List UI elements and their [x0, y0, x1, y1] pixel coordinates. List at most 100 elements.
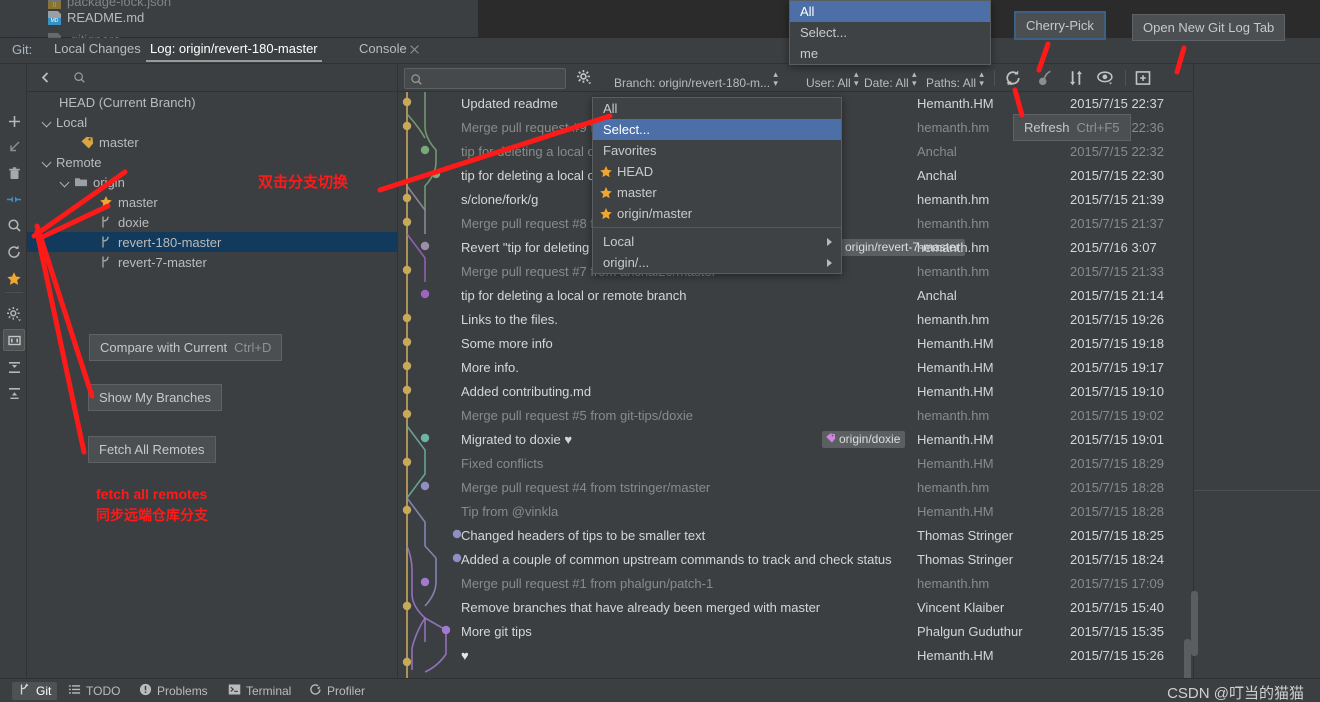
paths-filter-label: Paths: All — [926, 76, 977, 90]
show-folders-icon[interactable] — [3, 329, 25, 351]
refresh-icon[interactable] — [1004, 69, 1023, 88]
delete-trash-icon[interactable] — [3, 162, 25, 184]
tab-console[interactable]: Console — [355, 41, 411, 60]
chevron-down-icon[interactable] — [60, 177, 71, 188]
paths-filter[interactable]: Paths: All ▴ ▾ — [926, 70, 986, 91]
tooltip-label: Refresh — [1024, 120, 1070, 135]
list-icon — [68, 683, 81, 699]
commit-subject: More git tips — [461, 624, 532, 639]
menu-item-label: origin/... — [603, 255, 650, 270]
cherry-pick-icon[interactable] — [1036, 69, 1055, 88]
markdown-file-icon: MD — [48, 10, 61, 25]
branch-filter-popup[interactable]: All Select... Favorites HEAD master orig… — [592, 97, 842, 274]
show-my-branches-icon[interactable] — [3, 268, 25, 290]
log-search-box[interactable] — [404, 68, 566, 89]
commit-date: 2015/7/15 18:25 — [1070, 528, 1164, 543]
ref-label[interactable]: origin/doxie — [822, 431, 906, 448]
menu-item-favorites[interactable]: Favorites — [593, 140, 841, 161]
table-row[interactable]: Merge pull request #5 from git-tips/doxi… — [398, 404, 1194, 428]
commit-date: 2015/7/15 15:26 — [1070, 648, 1164, 663]
open-new-git-log-tab-icon[interactable] — [1134, 69, 1153, 88]
branch-search-input[interactable] — [91, 69, 381, 87]
tree-row-origin-doxie[interactable]: doxie — [27, 212, 397, 232]
menu-item-select[interactable]: Select... — [790, 22, 990, 43]
tree-row-local[interactable]: Local — [27, 112, 397, 132]
intellisort-eye-icon[interactable] — [1097, 69, 1116, 88]
table-row[interactable]: ♥ Hemanth.HM 2015/7/15 15:26 — [398, 644, 1194, 668]
table-row[interactable]: Merge pull request #1 from phalgun/patch… — [398, 572, 1194, 596]
status-item-git[interactable]: Git — [12, 682, 58, 700]
expand-all-icon[interactable] — [3, 356, 25, 378]
tab-log[interactable]: Log: origin/revert-180-master — [146, 41, 322, 62]
status-item-problems[interactable]: Problems — [133, 682, 214, 700]
commit-list-scrollbar[interactable] — [1184, 639, 1191, 678]
log-search-input[interactable] — [429, 71, 561, 86]
collapse-panel-icon[interactable] — [39, 71, 52, 84]
details-scrollbar[interactable] — [1191, 591, 1198, 656]
table-row[interactable]: Links to the files. hemanth.hm 2015/7/15… — [398, 308, 1194, 332]
settings-gear-icon[interactable] — [3, 303, 25, 325]
date-filter[interactable]: Date: All ▴ ▾ — [864, 70, 919, 91]
table-row[interactable]: tip for deleting a local or remote branc… — [398, 284, 1194, 308]
checkout-arrow-icon[interactable] — [3, 135, 25, 157]
chevron-down-icon[interactable] — [42, 117, 53, 128]
tree-row-origin-revert-180-master[interactable]: revert-180-master — [27, 232, 397, 252]
commit-author: Hemanth.HM — [917, 504, 994, 519]
commit-author: Thomas Stringer — [917, 528, 1014, 543]
table-row[interactable]: Added contributing.md Hemanth.HM 2015/7/… — [398, 380, 1194, 404]
commit-author: Hemanth.HM — [917, 336, 994, 351]
project-file-row[interactable]: MD README.md — [48, 10, 144, 25]
table-row[interactable]: Migrated to doxie ♥ origin/doxie Hemanth… — [398, 428, 1194, 452]
table-row[interactable]: Remove branches that have already been m… — [398, 596, 1194, 620]
tree-row-local-master[interactable]: master — [27, 132, 397, 152]
fetch-all-remotes-icon[interactable] — [3, 241, 25, 263]
tree-row-head[interactable]: HEAD (Current Branch) — [27, 92, 397, 112]
menu-item-select[interactable]: Select... — [593, 119, 841, 140]
tooltip-fetch-all-remotes: Fetch All Remotes — [88, 436, 216, 463]
user-filter-popup[interactable]: All Select... me — [789, 0, 991, 65]
show-long-edges-icon[interactable] — [1067, 69, 1086, 88]
branch-icon — [99, 255, 113, 269]
menu-item-origin-master[interactable]: origin/master — [593, 203, 841, 224]
table-row[interactable]: More git tips Phalgun Guduthur 2015/7/15… — [398, 620, 1194, 644]
table-row[interactable]: Added a couple of common upstream comman… — [398, 548, 1194, 572]
editor-background: {} package-lock.json MD README.md .gitig… — [0, 0, 1320, 47]
tree-row-remote[interactable]: Remote — [27, 152, 397, 172]
commit-author: hemanth.hm — [917, 120, 990, 135]
tooltip-refresh: Refresh Ctrl+F5 — [1013, 114, 1131, 141]
compare-branches-icon[interactable] — [3, 188, 25, 210]
menu-item-master[interactable]: master — [593, 182, 841, 203]
table-row[interactable]: Fixed conflicts Hemanth.HM 2015/7/15 18:… — [398, 452, 1194, 476]
add-icon[interactable] — [3, 110, 25, 132]
chevron-down-icon[interactable] — [42, 157, 53, 168]
menu-item-local[interactable]: Local — [593, 231, 841, 252]
tree-row-origin-revert-7-master[interactable]: revert-7-master — [27, 252, 397, 272]
menu-item-label: master — [617, 185, 657, 200]
menu-item-head[interactable]: HEAD — [593, 161, 841, 182]
ref-label-text: origin/doxie — [839, 432, 901, 446]
menu-item-all[interactable]: All — [593, 98, 841, 119]
table-row[interactable]: Merge pull request #4 from tstringer/mas… — [398, 476, 1194, 500]
commit-author: hemanth.hm — [917, 264, 990, 279]
project-file-row[interactable]: {} package-lock.json — [48, 0, 171, 9]
branch-filter[interactable]: Branch: origin/revert-180-m... ▴ ▾ — [614, 70, 780, 91]
status-item-profiler[interactable]: Profiler — [303, 682, 371, 700]
close-icon[interactable] — [409, 44, 420, 55]
menu-item-me[interactable]: me — [790, 43, 990, 64]
menu-item-origin-group[interactable]: origin/... — [593, 252, 841, 273]
table-row[interactable]: Tip from @vinkla Hemanth.HM 2015/7/15 18… — [398, 500, 1194, 524]
tree-row-origin-master[interactable]: master — [27, 192, 397, 212]
commit-date: 2015/7/15 19:10 — [1070, 384, 1164, 399]
table-row[interactable]: Changed headers of tips to be smaller te… — [398, 524, 1194, 548]
search-icon[interactable] — [3, 214, 25, 236]
tab-local-changes[interactable]: Local Changes — [50, 41, 145, 60]
collapse-all-icon[interactable] — [3, 382, 25, 404]
user-filter-label: User: All — [806, 76, 851, 90]
gear-icon[interactable] — [576, 69, 595, 88]
table-row[interactable]: More info. Hemanth.HM 2015/7/15 19:17 — [398, 356, 1194, 380]
status-item-todo[interactable]: TODO — [62, 682, 126, 700]
table-row[interactable]: Some more info Hemanth.HM 2015/7/15 19:1… — [398, 332, 1194, 356]
status-item-terminal[interactable]: Terminal — [222, 682, 297, 700]
user-filter[interactable]: User: All ▴ ▾ — [806, 70, 861, 91]
menu-item-all[interactable]: All — [790, 1, 990, 22]
